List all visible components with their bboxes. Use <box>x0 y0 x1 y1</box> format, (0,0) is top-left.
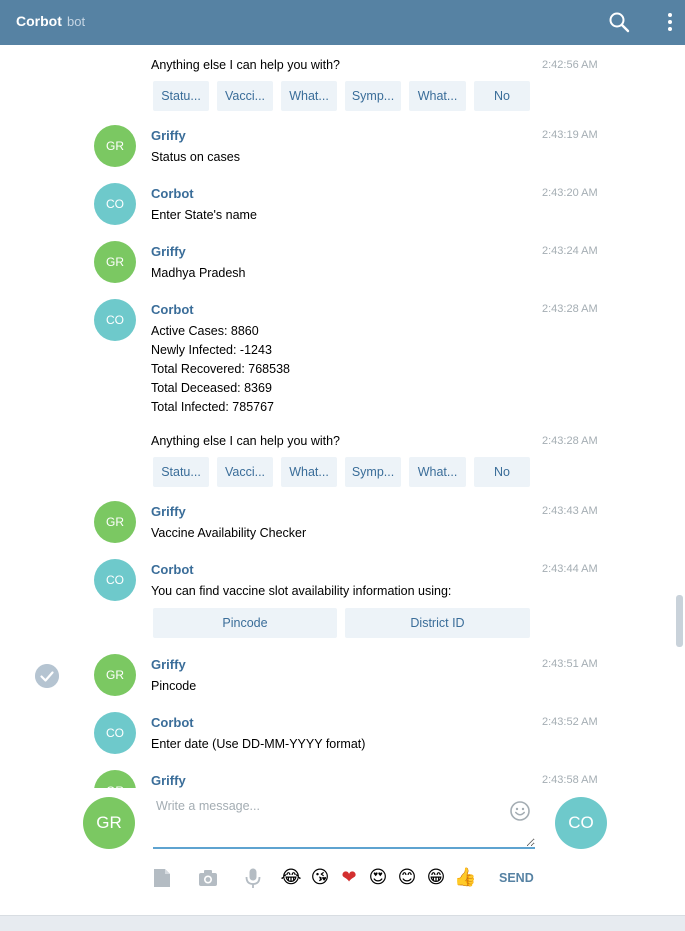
message-time: 2:43:51 AM <box>542 658 598 670</box>
sender-name[interactable]: Griffy <box>151 657 186 672</box>
message-text: Active Cases: 8860 <box>151 324 259 338</box>
avatar[interactable]: GR <box>94 241 136 283</box>
attach-file-icon[interactable] <box>151 867 173 889</box>
avatar[interactable]: GR <box>94 501 136 543</box>
emoji-heart-eyes-icon[interactable]: 😍 <box>367 867 389 889</box>
avatar[interactable]: GR <box>94 125 136 167</box>
user-avatar[interactable]: GR <box>83 797 135 849</box>
more-menu-icon[interactable] <box>660 11 680 33</box>
keyboard-button-what-2[interactable]: What... <box>409 81 466 111</box>
avatar[interactable]: GR <box>94 654 136 696</box>
keyboard-button-what-2[interactable]: What... <box>409 457 466 487</box>
keyboard-button-symptoms[interactable]: Symp... <box>345 81 401 111</box>
message-time: 2:43:20 AM <box>542 187 598 199</box>
message-text: Total Recovered: 768538 <box>151 362 290 376</box>
keyboard-button-pincode[interactable]: Pincode <box>153 608 337 638</box>
message-time: 2:43:28 AM <box>542 303 598 315</box>
sender-name[interactable]: Corbot <box>151 302 194 317</box>
sender-name[interactable]: Griffy <box>151 128 186 143</box>
message-time: 2:43:44 AM <box>542 563 598 575</box>
message-text: Total Deceased: 8369 <box>151 381 272 395</box>
message-time: 2:43:58 AM <box>542 774 598 786</box>
emoji-picker-icon[interactable] <box>509 800 531 822</box>
microphone-icon[interactable] <box>242 867 264 889</box>
message-input[interactable] <box>153 797 535 849</box>
search-icon[interactable] <box>608 11 630 33</box>
avatar[interactable]: CO <box>94 712 136 754</box>
emoji-kiss-icon[interactable]: 😘 <box>309 867 331 889</box>
avatar[interactable]: CO <box>94 299 136 341</box>
bottom-bar <box>0 915 685 931</box>
message-time: 2:43:43 AM <box>542 505 598 517</box>
message-time: 2:43:28 AM <box>542 435 598 447</box>
chat-subtitle: bot <box>67 14 86 29</box>
message-text: Madhya Pradesh <box>151 266 246 280</box>
camera-icon[interactable] <box>197 867 219 889</box>
keyboard-button-district-id[interactable]: District ID <box>345 608 530 638</box>
keyboard-button-what[interactable]: What... <box>281 457 337 487</box>
send-button[interactable]: SEND <box>499 871 534 885</box>
message-time: 2:42:56 AM <box>542 59 598 71</box>
sender-name[interactable]: Griffy <box>151 504 186 519</box>
avatar[interactable]: CO <box>94 559 136 601</box>
avatar[interactable]: CO <box>94 183 136 225</box>
emoji-thumbs-up-icon[interactable]: 👍 <box>454 867 476 889</box>
message-time: 2:43:52 AM <box>542 716 598 728</box>
peer-avatar[interactable]: CO <box>555 797 607 849</box>
check-icon[interactable] <box>35 664 59 688</box>
keyboard-button-status[interactable]: Statu... <box>153 457 209 487</box>
sender-name[interactable]: Griffy <box>151 244 186 259</box>
scrollbar-thumb[interactable] <box>676 595 683 647</box>
emoji-grin-icon[interactable]: 😁 <box>425 867 447 889</box>
message-text: Pincode <box>151 679 197 693</box>
sender-name[interactable]: Corbot <box>151 186 194 201</box>
keyboard-button-symptoms[interactable]: Symp... <box>345 457 401 487</box>
message-text: Anything else I can help you with? <box>151 58 341 72</box>
message-text: Status on cases <box>151 150 240 164</box>
sender-name[interactable]: Corbot <box>151 562 194 577</box>
message-text: Total Infected: 785767 <box>151 400 275 414</box>
sender-name[interactable]: Griffy <box>151 773 186 788</box>
message-history[interactable]: Anything else I can help you with? 2:42:… <box>0 45 685 788</box>
message-time: 2:43:24 AM <box>542 245 598 257</box>
message-text: Newly Infected: -1243 <box>151 343 272 357</box>
keyboard-button-no[interactable]: No <box>474 457 530 487</box>
keyboard-button-no[interactable]: No <box>474 81 530 111</box>
message-text: Anything else I can help you with? <box>151 434 341 448</box>
keyboard-button-what[interactable]: What... <box>281 81 337 111</box>
keyboard-button-vaccine[interactable]: Vacci... <box>217 81 273 111</box>
message-time: 2:43:19 AM <box>542 129 598 141</box>
message-text: Vaccine Availability Checker <box>151 526 307 540</box>
message-text: Enter date (Use DD-MM-YYYY format) <box>151 737 366 751</box>
emoji-heart-icon[interactable]: ❤ <box>338 867 360 889</box>
message-text: You can find vaccine slot availability i… <box>151 584 452 598</box>
avatar[interactable]: GR <box>94 770 136 788</box>
emoji-smile-icon[interactable]: 😊 <box>396 867 418 889</box>
message-text: Enter State's name <box>151 208 257 222</box>
sender-name[interactable]: Corbot <box>151 715 194 730</box>
top-bar: Corbot bot <box>0 0 685 45</box>
chat-title[interactable]: Corbot <box>16 13 62 29</box>
keyboard-button-status[interactable]: Statu... <box>153 81 209 111</box>
keyboard-button-vaccine[interactable]: Vacci... <box>217 457 273 487</box>
emoji-joy-icon[interactable]: 😂 <box>280 867 302 889</box>
